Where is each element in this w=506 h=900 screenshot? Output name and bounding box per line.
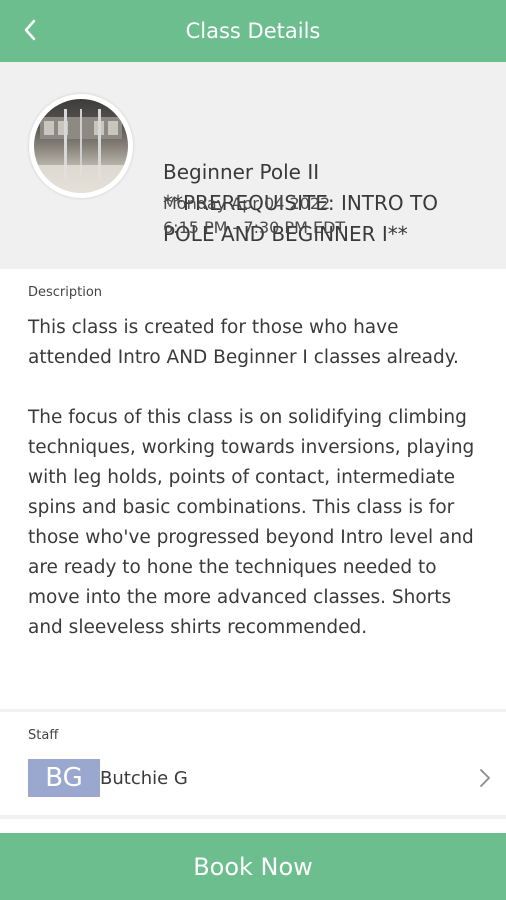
divider bbox=[0, 815, 506, 819]
page-title: Class Details bbox=[185, 19, 321, 43]
description-paragraph: The focus of this class is on solidifyin… bbox=[28, 407, 475, 638]
chevron-right-icon bbox=[480, 769, 490, 787]
class-date: Monday Apr 04 2022 bbox=[163, 194, 331, 213]
description-paragraph: This class is created for those who have… bbox=[28, 317, 459, 368]
description-text: This class is created for those who have… bbox=[28, 313, 484, 673]
class-image bbox=[29, 94, 133, 198]
staff-name: Butchie G bbox=[100, 768, 188, 789]
studio-photo bbox=[34, 99, 128, 193]
back-button[interactable] bbox=[10, 10, 50, 50]
chevron-left-icon bbox=[24, 19, 36, 41]
header-bar: Class Details bbox=[0, 0, 506, 62]
staff-initials-badge: BG bbox=[28, 759, 100, 797]
book-now-button[interactable]: Book Now bbox=[0, 833, 506, 900]
description-label: Description bbox=[28, 285, 103, 300]
divider bbox=[0, 709, 506, 712]
class-time: 6:15 PM - 7:30 PM EDT bbox=[163, 218, 346, 237]
staff-row[interactable]: BG Butchie G bbox=[0, 752, 506, 808]
staff-label: Staff bbox=[28, 728, 59, 743]
